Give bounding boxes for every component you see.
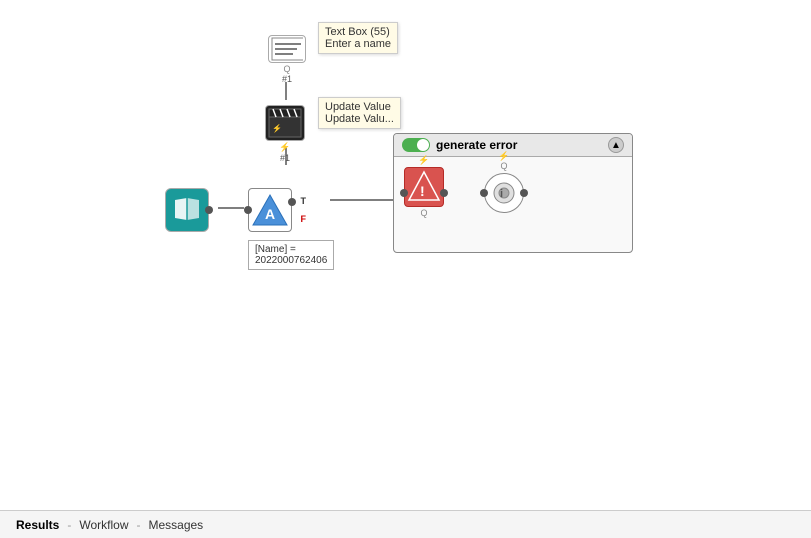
error-node[interactable]: ⚡ ! Q bbox=[404, 167, 444, 218]
book-right-connector bbox=[205, 206, 213, 214]
group-toggle[interactable] bbox=[402, 138, 430, 152]
error-left-connector bbox=[400, 189, 408, 197]
updatevalue-lightning: ⚡ bbox=[279, 142, 290, 153]
textbox-num-badge: #1 bbox=[282, 74, 292, 84]
value-label-value: 2022000762406 bbox=[255, 255, 327, 266]
textbox-icon bbox=[271, 37, 303, 61]
value-box: [Name] = 2022000762406 bbox=[248, 240, 334, 270]
info-lightning-badge: ⚡ bbox=[498, 151, 509, 162]
error-icon: ! bbox=[407, 170, 441, 204]
sep2: - bbox=[136, 518, 140, 532]
sep1: - bbox=[67, 518, 71, 532]
connections-svg bbox=[0, 0, 811, 510]
info-right-connector bbox=[520, 189, 528, 197]
updatevalue-tooltip: Update Value Update Valu... bbox=[318, 97, 401, 129]
condition-f-label: F bbox=[301, 214, 307, 224]
error-lightning-badge: ⚡ bbox=[418, 155, 429, 166]
textbox-tooltip-line1: Text Box (55) bbox=[325, 26, 391, 38]
textbox-tooltip: Text Box (55) Enter a name bbox=[318, 22, 398, 54]
condition-left-connector bbox=[244, 206, 252, 214]
group-collapse-btn[interactable]: ▲ bbox=[608, 137, 624, 153]
error-q-badge: Q bbox=[420, 208, 427, 218]
generate-error-group: generate error ▲ ⚡ ! Q bbox=[393, 133, 633, 253]
textbox-node[interactable]: Q #1 bbox=[268, 35, 306, 84]
textbox-tooltip-line2: Enter a name bbox=[325, 38, 391, 50]
error-right-connector bbox=[440, 189, 448, 197]
updatevalue-node[interactable]: ⚡ ⚡ #1 bbox=[265, 105, 305, 163]
condition-t-label: T bbox=[301, 196, 307, 206]
group-body: ⚡ ! Q Q ⚡ bbox=[394, 157, 632, 228]
info-node[interactable]: Q ⚡ i bbox=[484, 173, 524, 213]
info-left-connector bbox=[480, 189, 488, 197]
messages-tab[interactable]: Messages bbox=[144, 516, 207, 534]
svg-text:!: ! bbox=[420, 183, 425, 199]
updatevalue-tooltip-line1: Update Value bbox=[325, 101, 394, 113]
svg-text:A: A bbox=[265, 206, 275, 222]
info-icon: i bbox=[487, 176, 521, 210]
book-icon bbox=[169, 192, 205, 228]
value-label-text: [Name] = bbox=[255, 244, 327, 255]
svg-text:i: i bbox=[500, 188, 503, 200]
condition-right-connector-t bbox=[288, 198, 296, 206]
workflow-canvas: Text Box (55) Enter a name Q #1 Update V… bbox=[0, 0, 811, 510]
bottom-bar: Results - Workflow - Messages bbox=[0, 510, 811, 538]
workflow-tab[interactable]: Workflow bbox=[75, 516, 132, 534]
condition-icon: A bbox=[251, 191, 289, 229]
info-q-badge-top: Q bbox=[500, 161, 507, 171]
group-header: generate error ▲ bbox=[394, 134, 632, 157]
svg-text:⚡: ⚡ bbox=[272, 123, 282, 133]
clapper-icon: ⚡ bbox=[267, 107, 303, 139]
condition-node[interactable]: A T F bbox=[248, 188, 292, 232]
textbox-q-badge: Q bbox=[283, 64, 290, 74]
updatevalue-tooltip-line2: Update Valu... bbox=[325, 113, 394, 125]
book-node[interactable] bbox=[165, 188, 209, 232]
updatevalue-num-badge: #1 bbox=[280, 153, 290, 163]
results-tab[interactable]: Results bbox=[12, 516, 63, 534]
